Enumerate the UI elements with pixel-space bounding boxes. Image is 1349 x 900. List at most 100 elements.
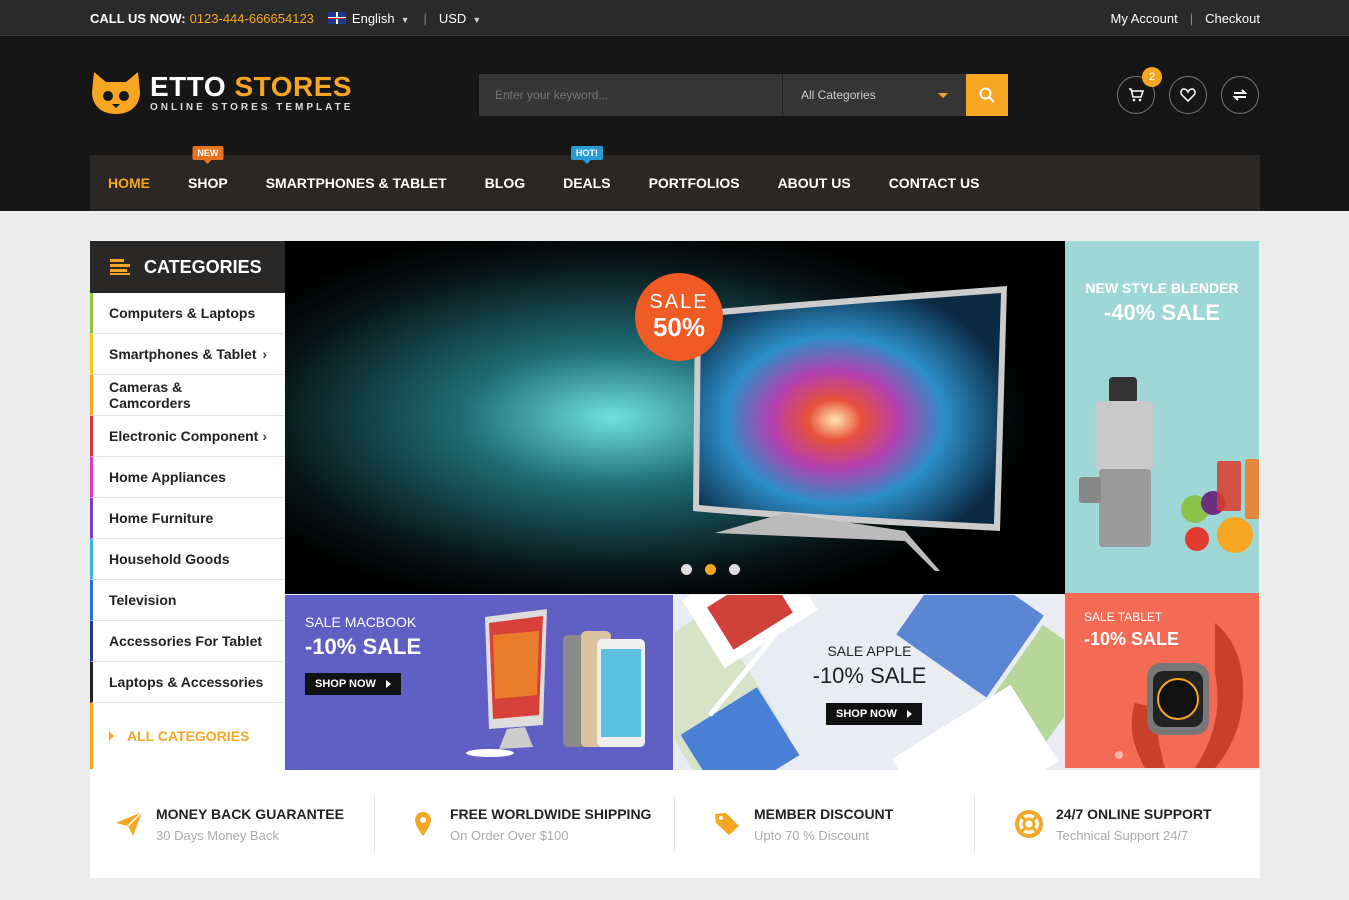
category-item[interactable]: Laptops & Accessories bbox=[90, 662, 285, 703]
tablet-line2: -10% SALE bbox=[1084, 629, 1180, 649]
feature-subtitle: On Order Over $100 bbox=[450, 827, 569, 843]
nav-label: SMARTPHONES & TABLET bbox=[265, 175, 447, 191]
nav-label: PORTFOLIOS bbox=[648, 175, 740, 191]
nav-smartphones-tablet[interactable]: SMARTPHONES & TABLET bbox=[266, 175, 447, 191]
heart-icon bbox=[1180, 88, 1196, 102]
divider bbox=[974, 795, 975, 853]
feature-title: 24/7 ONLINE SUPPORT bbox=[1056, 805, 1212, 822]
nav-portfolios[interactable]: PORTFOLIOS bbox=[649, 175, 740, 191]
slider-dot-active[interactable] bbox=[705, 564, 716, 575]
logo-subtitle: ONLINE STORES TEMPLATE bbox=[150, 102, 354, 113]
category-select[interactable]: All Categories bbox=[782, 74, 966, 116]
search-button[interactable] bbox=[966, 74, 1008, 116]
all-categories-link[interactable]: ALL CATEGORIES bbox=[90, 703, 285, 769]
all-categories-label: ALL CATEGORIES bbox=[127, 728, 250, 744]
main-nav: HOME NEW SHOP SMARTPHONES & TABLET BLOG H… bbox=[90, 146, 1260, 211]
tablet-banner[interactable]: SALE TABLET -10% SALE bbox=[1065, 593, 1259, 768]
nav-shop[interactable]: NEW SHOP bbox=[188, 146, 228, 191]
nav-about-us[interactable]: ABOUT US bbox=[778, 175, 851, 191]
currency-label: USD bbox=[438, 10, 467, 26]
logo[interactable]: ETTO STORES ONLINE STORES TEMPLATE bbox=[90, 70, 353, 116]
caret-right-icon bbox=[109, 731, 114, 741]
apple-line2: -10% SALE bbox=[812, 663, 927, 688]
feature-member-discount: MEMBER DISCOUNT Upto 70 % Discount bbox=[712, 770, 893, 878]
features-bar: MONEY BACK GUARANTEE 30 Days Money Back … bbox=[90, 770, 1260, 878]
blender-image bbox=[1079, 377, 1259, 553]
uk-flag-icon bbox=[327, 12, 346, 24]
category-item[interactable]: Cameras & Camcorders bbox=[90, 375, 285, 416]
nav-contact-us[interactable]: CONTACT US bbox=[889, 175, 980, 191]
feature-subtitle: Upto 70 % Discount bbox=[754, 827, 869, 843]
divider: | bbox=[1189, 10, 1194, 26]
category-label: Smartphones & Tablet bbox=[109, 346, 257, 362]
nav-blog[interactable]: BLOG bbox=[485, 175, 525, 191]
category-label: Laptops & Accessories bbox=[109, 674, 264, 690]
chevron-right-icon: › bbox=[262, 346, 267, 362]
slider-dot[interactable] bbox=[681, 564, 692, 575]
caret-right-icon bbox=[385, 680, 391, 688]
feature-subtitle: 30 Days Money Back bbox=[156, 827, 279, 843]
category-item[interactable]: Electronic Component › bbox=[90, 416, 285, 457]
cart-icon bbox=[1129, 88, 1144, 102]
nav-deals[interactable]: HOT! DEALS bbox=[563, 146, 611, 191]
currency-selector[interactable]: USD ▼ bbox=[439, 11, 481, 26]
nav-label: SHOP bbox=[188, 175, 228, 191]
apple-line1: SALE APPLE bbox=[827, 643, 912, 659]
category-item[interactable]: Accessories For Tablet bbox=[90, 621, 285, 662]
cat-logo-icon bbox=[90, 70, 142, 116]
category-label: Home Furniture bbox=[109, 510, 214, 526]
nav-label: DEALS bbox=[563, 175, 611, 191]
checkout-link[interactable]: Checkout bbox=[1205, 11, 1260, 26]
call-label: CALL US NOW: bbox=[90, 10, 186, 26]
feature-money-back: MONEY BACK GUARANTEE 30 Days Money Back bbox=[114, 770, 344, 878]
slider-dot[interactable] bbox=[729, 564, 740, 575]
category-item[interactable]: Household Goods bbox=[90, 539, 285, 580]
paper-plane-icon bbox=[114, 809, 144, 839]
category-label: Electronic Component bbox=[109, 428, 259, 444]
compare-icon bbox=[1232, 89, 1248, 101]
nav-label: HOME bbox=[108, 175, 150, 191]
category-label: Home Appliances bbox=[109, 469, 226, 485]
macbook-banner[interactable]: SALE MACBOOK -10% SALE SHOP NOW bbox=[285, 595, 673, 770]
category-item[interactable]: Home Appliances bbox=[90, 457, 285, 498]
apple-banner[interactable]: SALE APPLE -10% SALE SHOP NOW bbox=[675, 595, 1064, 770]
feature-title: FREE WORLDWIDE SHIPPING bbox=[450, 805, 652, 822]
compare-button[interactable] bbox=[1221, 76, 1259, 114]
sale-word: SALE bbox=[649, 291, 709, 313]
category-item[interactable]: Home Furniture bbox=[90, 498, 285, 539]
shop-now-label: SHOP NOW bbox=[315, 678, 376, 690]
hot-tag: HOT! bbox=[570, 146, 603, 164]
chevron-down-icon: ▼ bbox=[400, 14, 410, 25]
macbook-shop-now-button[interactable]: SHOP NOW bbox=[305, 673, 401, 695]
language-label: English bbox=[351, 10, 395, 26]
categories-title: CATEGORIES bbox=[144, 256, 262, 277]
nav-label: BLOG bbox=[484, 175, 526, 191]
category-item[interactable]: Computers & Laptops bbox=[90, 293, 285, 334]
cart-count-badge: 2 bbox=[1142, 67, 1162, 87]
wishlist-button[interactable] bbox=[1169, 76, 1207, 114]
hero-slider[interactable]: SALE 50% bbox=[285, 241, 1065, 594]
search-input[interactable] bbox=[479, 74, 782, 116]
category-item[interactable]: Smartphones & Tablet › bbox=[90, 334, 285, 375]
cart-button[interactable]: 2 bbox=[1117, 67, 1162, 114]
apple-shop-now-button[interactable]: SHOP NOW bbox=[826, 703, 922, 725]
search-bar: All Categories bbox=[479, 74, 1008, 116]
feature-subtitle: Technical Support 24/7 bbox=[1056, 827, 1189, 843]
category-select-label: All Categories bbox=[801, 88, 876, 102]
divider bbox=[374, 795, 375, 853]
category-item[interactable]: Television bbox=[90, 580, 285, 621]
nav-home[interactable]: HOME bbox=[108, 175, 150, 191]
category-label: Television bbox=[109, 592, 177, 608]
divider: | bbox=[423, 10, 427, 26]
map-pin-icon bbox=[408, 809, 438, 839]
language-selector[interactable]: English ▼ bbox=[352, 11, 410, 26]
lifebuoy-icon bbox=[1014, 809, 1044, 839]
new-tag: NEW bbox=[192, 146, 224, 164]
phone-number[interactable]: 0123-444-666654123 bbox=[190, 11, 314, 26]
categories-header[interactable]: CATEGORIES bbox=[90, 241, 285, 293]
my-account-link[interactable]: My Account bbox=[1110, 11, 1177, 26]
blender-banner[interactable]: NEW STYLE BLENDER -40% SALE bbox=[1065, 241, 1259, 593]
chevron-right-icon: › bbox=[262, 428, 267, 444]
shop-now-label: SHOP NOW bbox=[836, 708, 897, 720]
tag-icon bbox=[712, 809, 742, 839]
